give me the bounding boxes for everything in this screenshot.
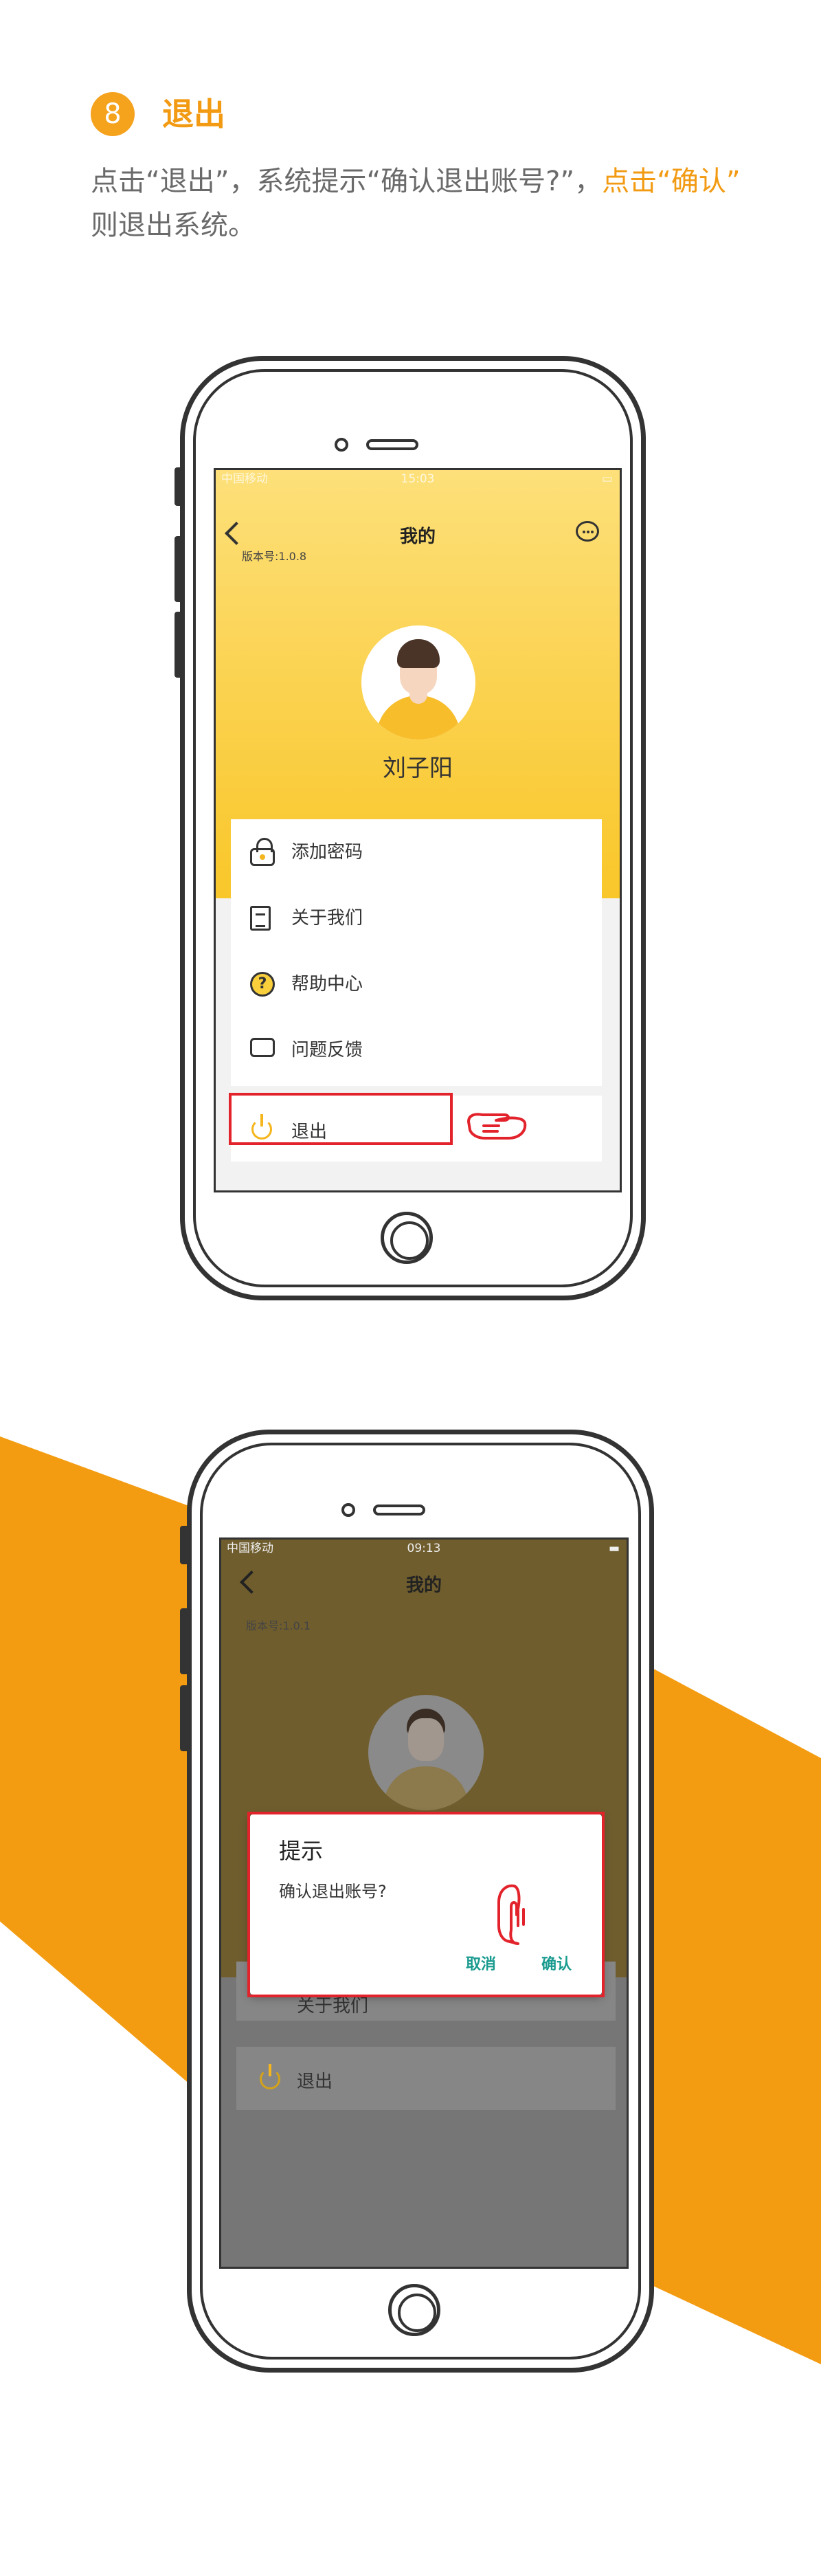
avatar [368,1695,484,1810]
power-icon [260,2064,280,2089]
battery-icon: ▬ [608,1542,620,1555]
menu-item-label: 添加密码 [291,842,363,863]
user-name: 刘子阳 [383,755,453,782]
front-camera [335,438,348,452]
message-icon[interactable] [576,521,599,542]
page-title: 我的 [405,1575,442,1596]
earpiece-speaker [373,1504,425,1515]
status-bar: 中国移动 09:13 ▬ [221,1540,627,1557]
logout-item-dimmed: 退出 [236,2047,616,2110]
app-screen: 中国移动 09:13 ▬ 我的 版本号:1.0.1 关于我们 退出 提示 确认退… [219,1537,629,2269]
feedback-icon [246,1038,275,1065]
status-time: 15:03 [401,472,435,486]
version-label: 版本号:1.0.1 [246,1619,311,1632]
logout-highlight-box [229,1093,453,1145]
description-highlight: 点击“确认” [602,166,741,197]
avatar [361,625,475,740]
description-part-1: 点击“退出”，系统提示“确认退出账号?”， [91,166,603,197]
step-title: 退出 [162,96,225,133]
step-number-badge: 8 [91,92,135,136]
logout-label: 退出 [297,2072,333,2092]
menu-item-label: 关于我们 [291,908,363,929]
step-description: 点击“退出”，系统提示“确认退出账号?”，点击“确认” 则退出系统。 [91,159,778,247]
dialog-highlight-box [247,1812,605,1997]
menu-item-help-center[interactable]: ? 帮助中心 [231,951,602,1017]
menu-item-about-us[interactable]: 关于我们 [231,885,602,951]
description-part-2: 则退出系统。 [91,210,256,241]
lock-icon [250,838,275,866]
pointing-hand-icon [467,1113,527,1140]
home-button[interactable] [388,2284,440,2336]
settings-menu: 添加密码 关于我们 ? 帮助中心 问题反馈 [231,819,602,1086]
earpiece-speaker [366,439,418,450]
status-bar: 中国移动 15:03 ▭ [216,470,620,488]
help-icon: ? [250,972,275,997]
menu-item-feedback[interactable]: 问题反馈 [231,1017,602,1083]
menu-item-add-password[interactable]: 添加密码 [231,819,602,885]
app-screen: 中国移动 15:03 ▭ 我的 版本号:1.0.8 刘子阳 添加密码 关于我们 … [214,468,622,1192]
page-title: 我的 [399,526,436,547]
phone-frame: 中国移动 15:03 ▭ 我的 版本号:1.0.8 刘子阳 添加密码 关于我们 … [180,356,646,1300]
phone-frame: 中国移动 09:13 ▬ 我的 版本号:1.0.1 关于我们 退出 提示 确认退… [187,1430,654,2373]
version-label: 版本号:1.0.8 [242,550,307,563]
menu-item-label: 帮助中心 [291,974,363,995]
battery-icon: ▭ [601,472,613,486]
front-camera [341,1503,355,1517]
home-button[interactable] [381,1212,433,1264]
menu-item-label: 问题反馈 [291,1040,363,1061]
document-icon [250,906,271,931]
status-time: 09:13 [407,1542,441,1555]
